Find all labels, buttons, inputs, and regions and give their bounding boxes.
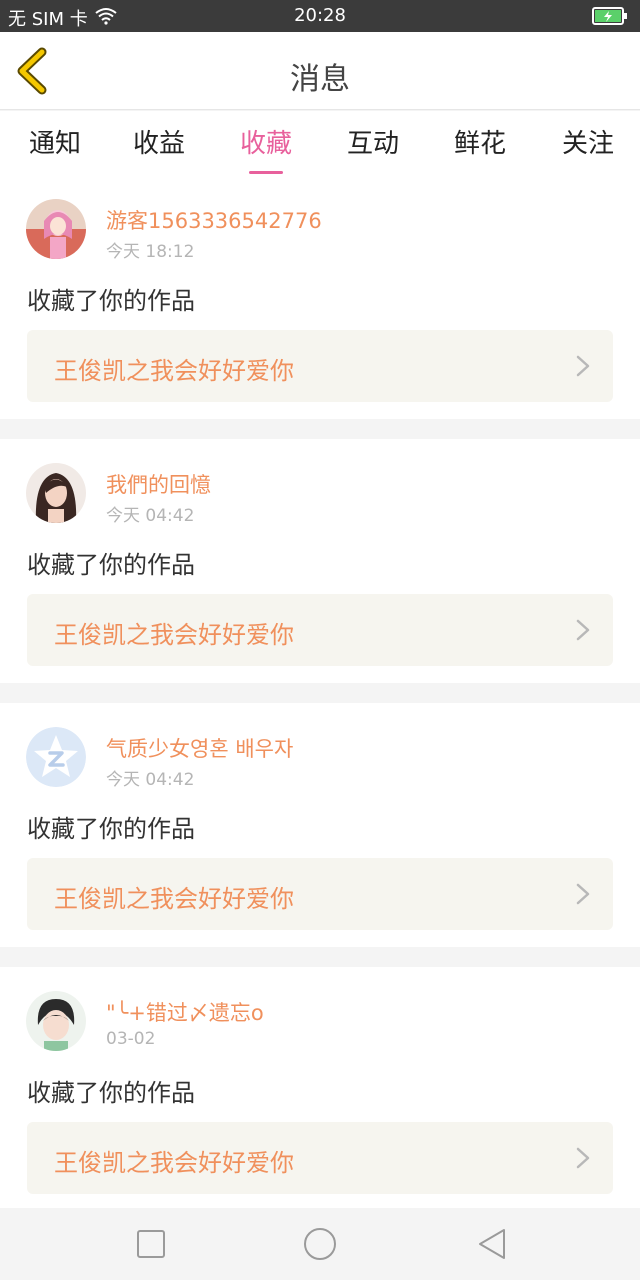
action-text: 收藏了你的作品 — [27, 815, 195, 843]
tab-label: 关注 — [561, 129, 614, 159]
chevron-right-icon — [576, 1147, 590, 1169]
tab-indicator — [249, 171, 283, 174]
action-text: 收藏了你的作品 — [27, 287, 195, 315]
tab-favorites[interactable]: 收藏 — [211, 123, 321, 174]
home-circle-icon — [304, 1228, 336, 1260]
tab-income[interactable]: 收益 — [104, 123, 214, 160]
avatar[interactable] — [26, 199, 86, 259]
tab-label: 互动 — [346, 129, 399, 159]
avatar[interactable] — [26, 991, 86, 1051]
back-triangle-icon — [479, 1229, 505, 1259]
work-link[interactable]: 王俊凯之我会好好爱你 — [27, 858, 613, 930]
system-nav-bar — [0, 1208, 640, 1280]
tab-label: 通知 — [28, 129, 81, 159]
tab-label: 收益 — [132, 129, 185, 159]
action-text: 收藏了你的作品 — [27, 551, 195, 579]
tab-label: 收藏 — [239, 129, 292, 159]
recent-apps-button[interactable] — [133, 1226, 169, 1262]
work-title: 王俊凯之我会好好爱你 — [54, 885, 294, 913]
work-title: 王俊凯之我会好好爱你 — [54, 1149, 294, 1177]
chevron-right-icon — [576, 619, 590, 641]
tab-notice[interactable]: 通知 — [0, 123, 110, 160]
tab-label: 鲜花 — [453, 129, 506, 159]
tab-flowers[interactable]: 鲜花 — [425, 123, 535, 160]
chevron-right-icon — [576, 355, 590, 377]
action-text: 收藏了你的作品 — [27, 1079, 195, 1107]
page-title: 消息 — [290, 62, 350, 97]
default-star-avatar-icon — [26, 727, 86, 787]
system-back-button[interactable] — [474, 1226, 510, 1262]
work-title: 王俊凯之我会好好爱你 — [54, 357, 294, 385]
timestamp: 03-02 — [106, 1029, 156, 1049]
timestamp: 今天 18:12 — [106, 242, 195, 262]
timestamp: 今天 04:42 — [106, 506, 195, 526]
list-item: 我們的回憶 今天 04:42 收藏了你的作品 王俊凯之我会好好爱你 — [0, 439, 640, 683]
chevron-right-icon — [576, 883, 590, 905]
tab-interaction[interactable]: 互动 — [318, 123, 428, 160]
avatar[interactable] — [26, 463, 86, 523]
avatar[interactable] — [26, 727, 86, 787]
tab-follow[interactable]: 关注 — [533, 123, 640, 160]
recent-apps-square-icon — [137, 1230, 165, 1258]
tab-bar: 通知 收益 收藏 互动 鲜花 关注 — [0, 111, 640, 175]
home-button[interactable] — [302, 1226, 338, 1262]
status-time: 20:28 — [294, 5, 346, 26]
work-title: 王俊凯之我会好好爱你 — [54, 621, 294, 649]
battery-charging-icon — [592, 7, 628, 30]
work-link[interactable]: 王俊凯之我会好好爱你 — [27, 330, 613, 402]
username[interactable]: 气质少女영혼 배우자 — [106, 733, 293, 763]
username[interactable]: 我們的回憶 — [106, 469, 211, 499]
work-link[interactable]: 王俊凯之我会好好爱你 — [27, 1122, 613, 1194]
list-item: 游客1563336542776 今天 18:12 收藏了你的作品 王俊凯之我会好… — [0, 175, 640, 419]
username[interactable]: 游客1563336542776 — [106, 205, 322, 235]
status-bar: 无 SIM 卡 20:28 — [0, 0, 640, 32]
top-header: 消息 — [0, 32, 640, 110]
timestamp: 今天 04:42 — [106, 770, 195, 790]
username[interactable]: "╰+错过〆遗忘o — [106, 997, 264, 1027]
list-item: "╰+错过〆遗忘o 03-02 收藏了你的作品 王俊凯之我会好好爱你 — [0, 967, 640, 1211]
work-link[interactable]: 王俊凯之我会好好爱你 — [27, 594, 613, 666]
list-item: 气质少女영혼 배우자 今天 04:42 收藏了你的作品 王俊凯之我会好好爱你 — [0, 703, 640, 947]
